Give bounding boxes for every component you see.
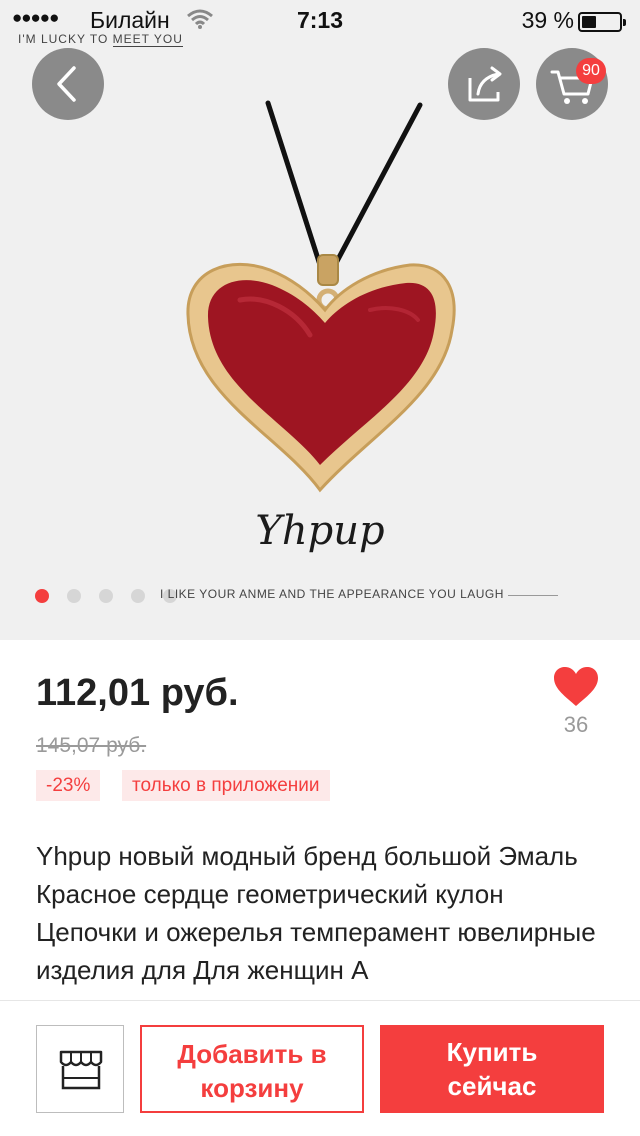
store-button[interactable] [36, 1025, 124, 1113]
battery-percent: 39 % [521, 7, 574, 33]
product-image-heart-pendant[interactable] [170, 95, 470, 505]
storefront-icon [59, 1050, 103, 1090]
current-price: 112,01 руб. [36, 672, 239, 714]
bottom-action-bar: Добавить в корзину Купить сейчас [0, 1000, 640, 1136]
battery-icon [578, 12, 626, 32]
add-to-cart-button[interactable]: Добавить в корзину [140, 1025, 364, 1113]
carousel-dot-4[interactable] [131, 589, 145, 603]
carousel-dot-1[interactable] [35, 589, 49, 603]
brand-logo-text: Yhpup [255, 508, 385, 554]
like-count: 36 [563, 712, 589, 737]
brand-watermark: I'M LUCKY TO MEET YOU [18, 32, 183, 47]
slogan-divider [508, 595, 558, 596]
heart-like-icon[interactable] [552, 666, 600, 708]
image-slogan: I LIKE YOUR ANME AND THE APPEARANCE YOU … [160, 587, 504, 601]
product-title: Yhpup новый модный бренд большой Эмаль К… [36, 841, 596, 985]
app-only-badge: только в приложении [122, 770, 330, 801]
product-gallery[interactable]: ●●●●● Билайн 7:13 39 % I'M LUCKY TO MEET… [0, 0, 640, 640]
back-button[interactable] [32, 48, 104, 120]
carousel-dot-2[interactable] [67, 589, 81, 603]
carousel-dot-3[interactable] [99, 589, 113, 603]
original-price: 145,07 руб. [36, 734, 147, 757]
chevron-left-icon [57, 66, 76, 102]
buy-now-button[interactable]: Купить сейчас [380, 1025, 604, 1113]
cart-count-badge: 90 [576, 58, 606, 84]
discount-badge: -23% [36, 770, 101, 801]
